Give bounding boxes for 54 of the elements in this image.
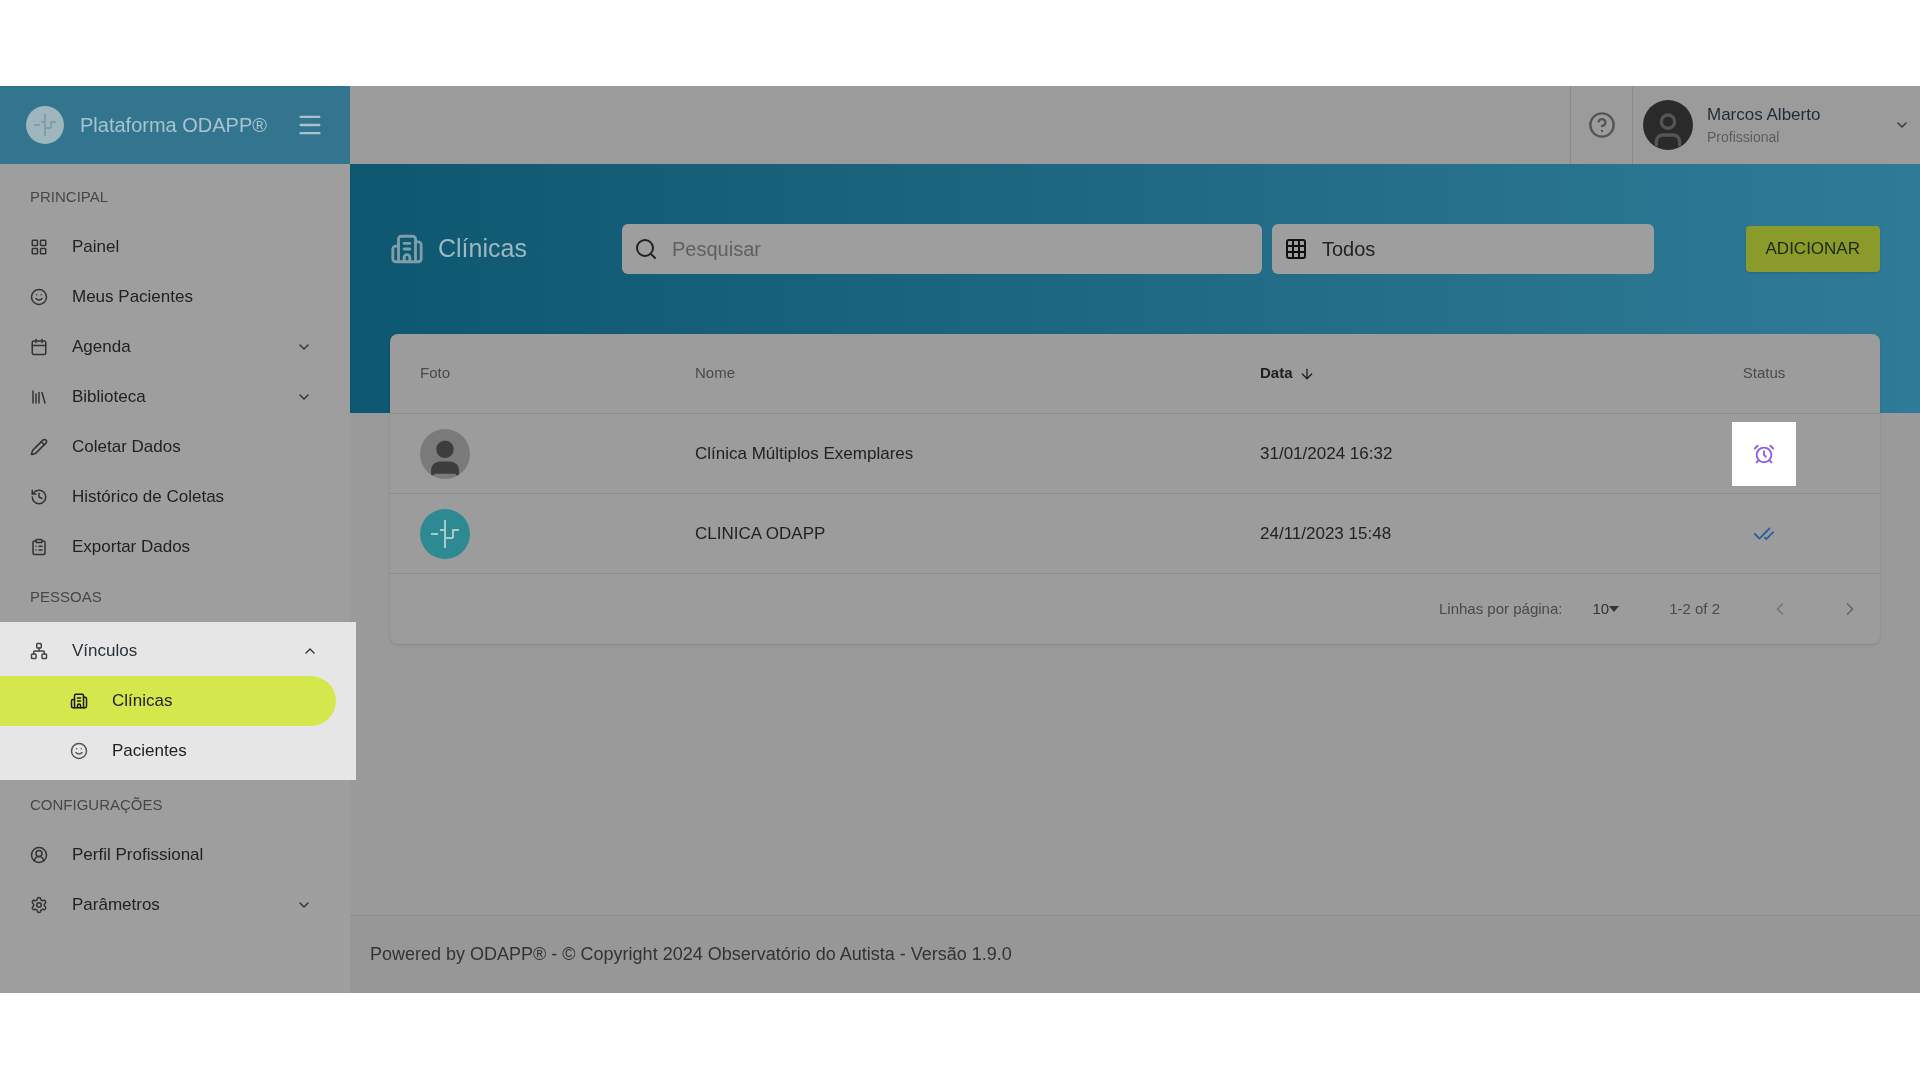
page-range: 1-2 of 2 [1669, 598, 1720, 619]
search-field[interactable]: Pesquisar [622, 224, 1262, 274]
building-icon [390, 232, 424, 266]
sidebar-subitem[interactable]: Clínicas [0, 676, 336, 726]
caret-icon [1609, 606, 1620, 612]
face-icon [70, 742, 88, 760]
column-header[interactable]: Foto [420, 362, 695, 385]
sidebar-item[interactable]: Painel [0, 222, 350, 272]
sidebar-item[interactable]: Biblioteca [0, 372, 350, 422]
face-icon [30, 288, 48, 306]
grid-icon [1284, 237, 1308, 261]
table-cell-text: 24/11/2023 15:48 [1260, 522, 1393, 545]
sidebar-item[interactable]: Histórico de Coletas [0, 472, 350, 522]
building-icon [70, 692, 88, 710]
sidebar-item[interactable]: Vínculos [0, 626, 356, 676]
search-icon [634, 237, 658, 261]
brand-title: Plataforma ODAPP® [80, 113, 269, 138]
sidebar-item[interactable]: Coletar Dados [0, 422, 350, 472]
grid-icon [30, 238, 48, 256]
section-label: CONFIGURAÇÕES [29, 794, 164, 815]
puzzle-logo-icon [26, 106, 64, 144]
section-label: PRINCIPAL [29, 186, 110, 207]
sidebar-item[interactable]: Perfil Profissional [0, 830, 350, 880]
network-icon [30, 642, 48, 660]
rows-per-page-select[interactable]: 10 [1592, 597, 1620, 621]
table-cell-text: Clínica Múltiplos Exemplares [695, 442, 915, 465]
page-title: Clínicas [438, 233, 527, 265]
user-circle-icon [30, 846, 48, 864]
table-cell-text: CLINICA ODAPP [695, 522, 827, 545]
settings-icon [30, 896, 48, 914]
calendar-icon [30, 338, 48, 356]
sidebar-item[interactable]: Meus Pacientes [0, 272, 350, 322]
clipboard-icon [30, 538, 48, 556]
puzzle-logo-icon [420, 508, 470, 559]
table-cell-text: 31/01/2024 16:32 [1260, 442, 1394, 465]
help-icon[interactable] [1587, 111, 1616, 139]
book-icon [30, 388, 48, 406]
sidebar-subitem[interactable]: Pacientes [0, 726, 336, 776]
history-icon [30, 488, 48, 506]
rows-per-page-label: Linhas por página: [1439, 598, 1563, 619]
user-name: Marcos Alberto [1707, 103, 1822, 126]
user-role: Profissional [1707, 128, 1781, 148]
avatar [420, 428, 470, 479]
column-header[interactable]: Nome [695, 362, 1260, 385]
column-header[interactable]: Status [1742, 362, 1786, 385]
section-label: PESSOAS [29, 586, 103, 607]
column-header[interactable]: Data [1260, 362, 1700, 385]
avatar [1643, 100, 1693, 150]
pencil-icon [30, 438, 48, 456]
sidebar-item[interactable]: Parâmetros [0, 880, 350, 930]
sidebar-item[interactable]: Agenda [0, 322, 350, 372]
filter-select[interactable]: Todos [1272, 224, 1654, 274]
sidebar-item[interactable]: Exportar Dados [0, 522, 350, 572]
add-button[interactable]: ADICIONAR [1745, 226, 1880, 272]
